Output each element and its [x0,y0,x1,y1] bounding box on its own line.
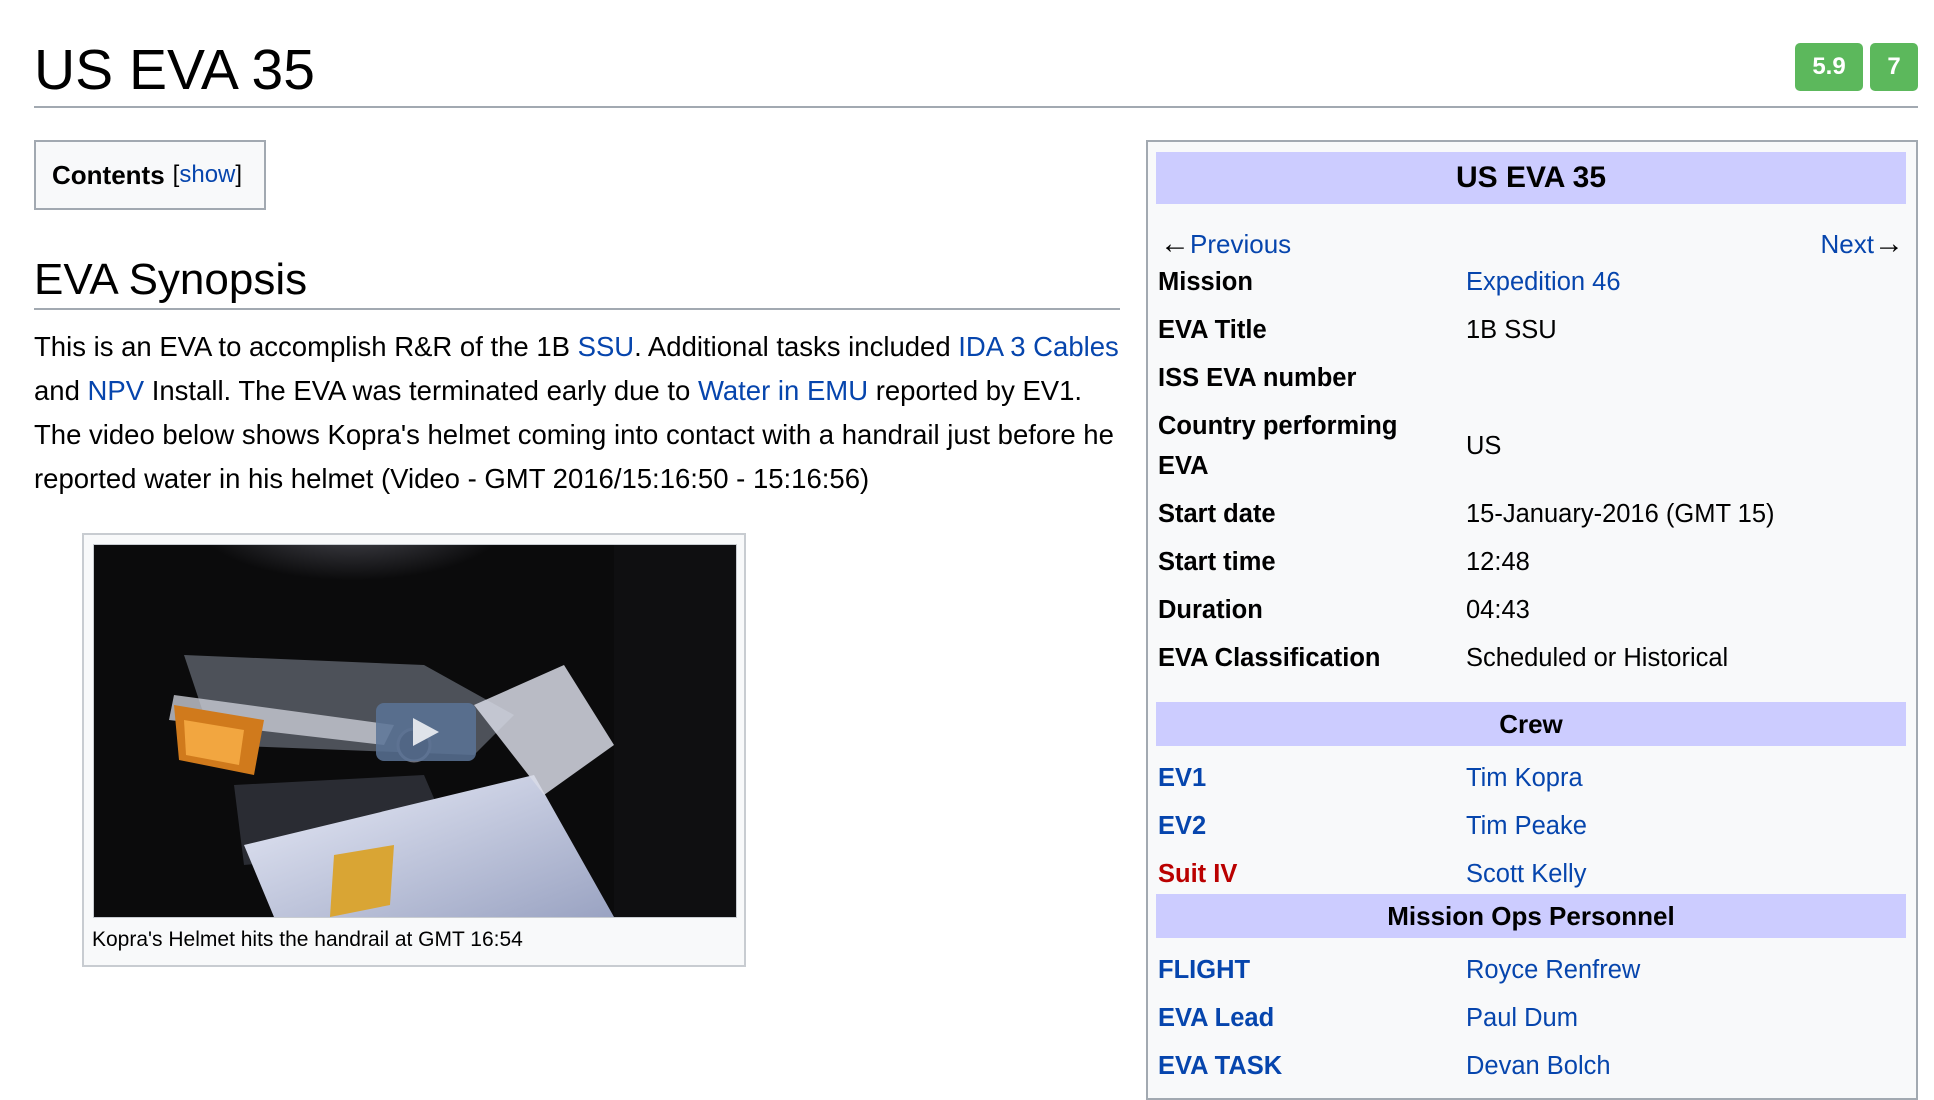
row-label: EVA Title [1158,316,1267,344]
link-ida-3-cables[interactable]: IDA 3 Cables [958,331,1119,362]
title-divider [34,106,1918,108]
row-label: ISS EVA number [1158,364,1357,392]
table-of-contents: Contents [show] [34,140,266,210]
play-icon [413,718,439,746]
page-title: US EVA 35 [34,38,315,102]
arrow-right-icon: → [1874,227,1904,260]
previous-eva-link[interactable]: Previous [1190,224,1291,264]
personnel-link[interactable]: Paul Dum [1466,998,1906,1038]
link-npv[interactable]: NPV [88,375,145,406]
count-badge[interactable]: 7 [1870,43,1918,91]
video-player[interactable] [93,544,737,918]
row-label: Start time [1158,548,1276,576]
row-label: Start date [1158,500,1276,528]
link-ssu[interactable]: SSU [578,331,635,362]
mission-ops-header: Mission Ops Personnel [1156,894,1906,938]
personnel-link[interactable]: Devan Bolch [1466,1046,1906,1086]
crew-member-link[interactable]: Scott Kelly [1466,854,1906,894]
rating-badge[interactable]: 5.9 [1795,43,1863,91]
crew-header: Crew [1156,702,1906,746]
synopsis-text: This is an EVA to accomplish R&R of the … [34,331,578,362]
crew-member-link[interactable]: Tim Kopra [1466,758,1906,798]
video-thumbnail-frame: Kopra's Helmet hits the handrail at GMT … [82,533,746,967]
row-value: 15-January-2016 (GMT 15) [1466,500,1775,528]
next-eva-nav: Next → [1821,224,1904,264]
infobox-title: US EVA 35 [1156,152,1906,204]
ev1-link[interactable]: EV1 [1158,758,1458,798]
video-caption: Kopra's Helmet hits the handrail at GMT … [92,928,523,951]
next-eva-link[interactable]: Next [1821,224,1874,264]
section-divider [34,308,1120,310]
play-button[interactable] [376,703,476,761]
row-label: Country performing EVA [1158,412,1398,480]
ev2-link[interactable]: EV2 [1158,806,1458,846]
previous-eva-nav: ← Previous [1160,224,1291,264]
arrow-left-icon: ← [1160,227,1190,260]
row-value: 12:48 [1466,548,1530,576]
row-label: EVA Classification [1158,644,1381,672]
row-label: Duration [1158,596,1263,624]
row-value: 04:43 [1466,596,1530,624]
suit-iv-redlink[interactable]: Suit IV [1158,854,1458,894]
crew-member-link[interactable]: Tim Peake [1466,806,1906,846]
synopsis-text: . Additional tasks included [634,331,959,362]
mission-link[interactable]: Expedition 46 [1466,262,1906,302]
row-value: US [1466,432,1502,460]
synopsis-text: Install. The EVA was terminated early du… [144,375,698,406]
section-heading-eva-synopsis: EVA Synopsis [34,255,308,304]
infobox-row-country: Country performing EVA US [1158,406,1908,486]
row-label: Mission [1158,268,1253,296]
synopsis-paragraph: This is an EVA to accomplish R&R of the … [34,325,1129,501]
toc-show-link[interactable]: show [179,161,235,188]
toc-toggle: [show] [173,161,242,189]
row-value: Scheduled or Historical [1466,644,1729,672]
row-value: 1B SSU [1466,316,1557,344]
eva-lead-link[interactable]: EVA Lead [1158,998,1458,1038]
personnel-link[interactable]: Royce Renfrew [1466,950,1906,990]
synopsis-text: and [34,375,88,406]
toc-close-bracket: ] [235,161,243,188]
eva-task-link[interactable]: EVA TASK [1158,1046,1458,1086]
link-water-in-emu[interactable]: Water in EMU [698,375,868,406]
infobox: US EVA 35 ← Previous Next → Mission Expedi… [1146,140,1918,1100]
flight-link[interactable]: FLIGHT [1158,950,1458,990]
toc-title: Contents [52,159,165,190]
